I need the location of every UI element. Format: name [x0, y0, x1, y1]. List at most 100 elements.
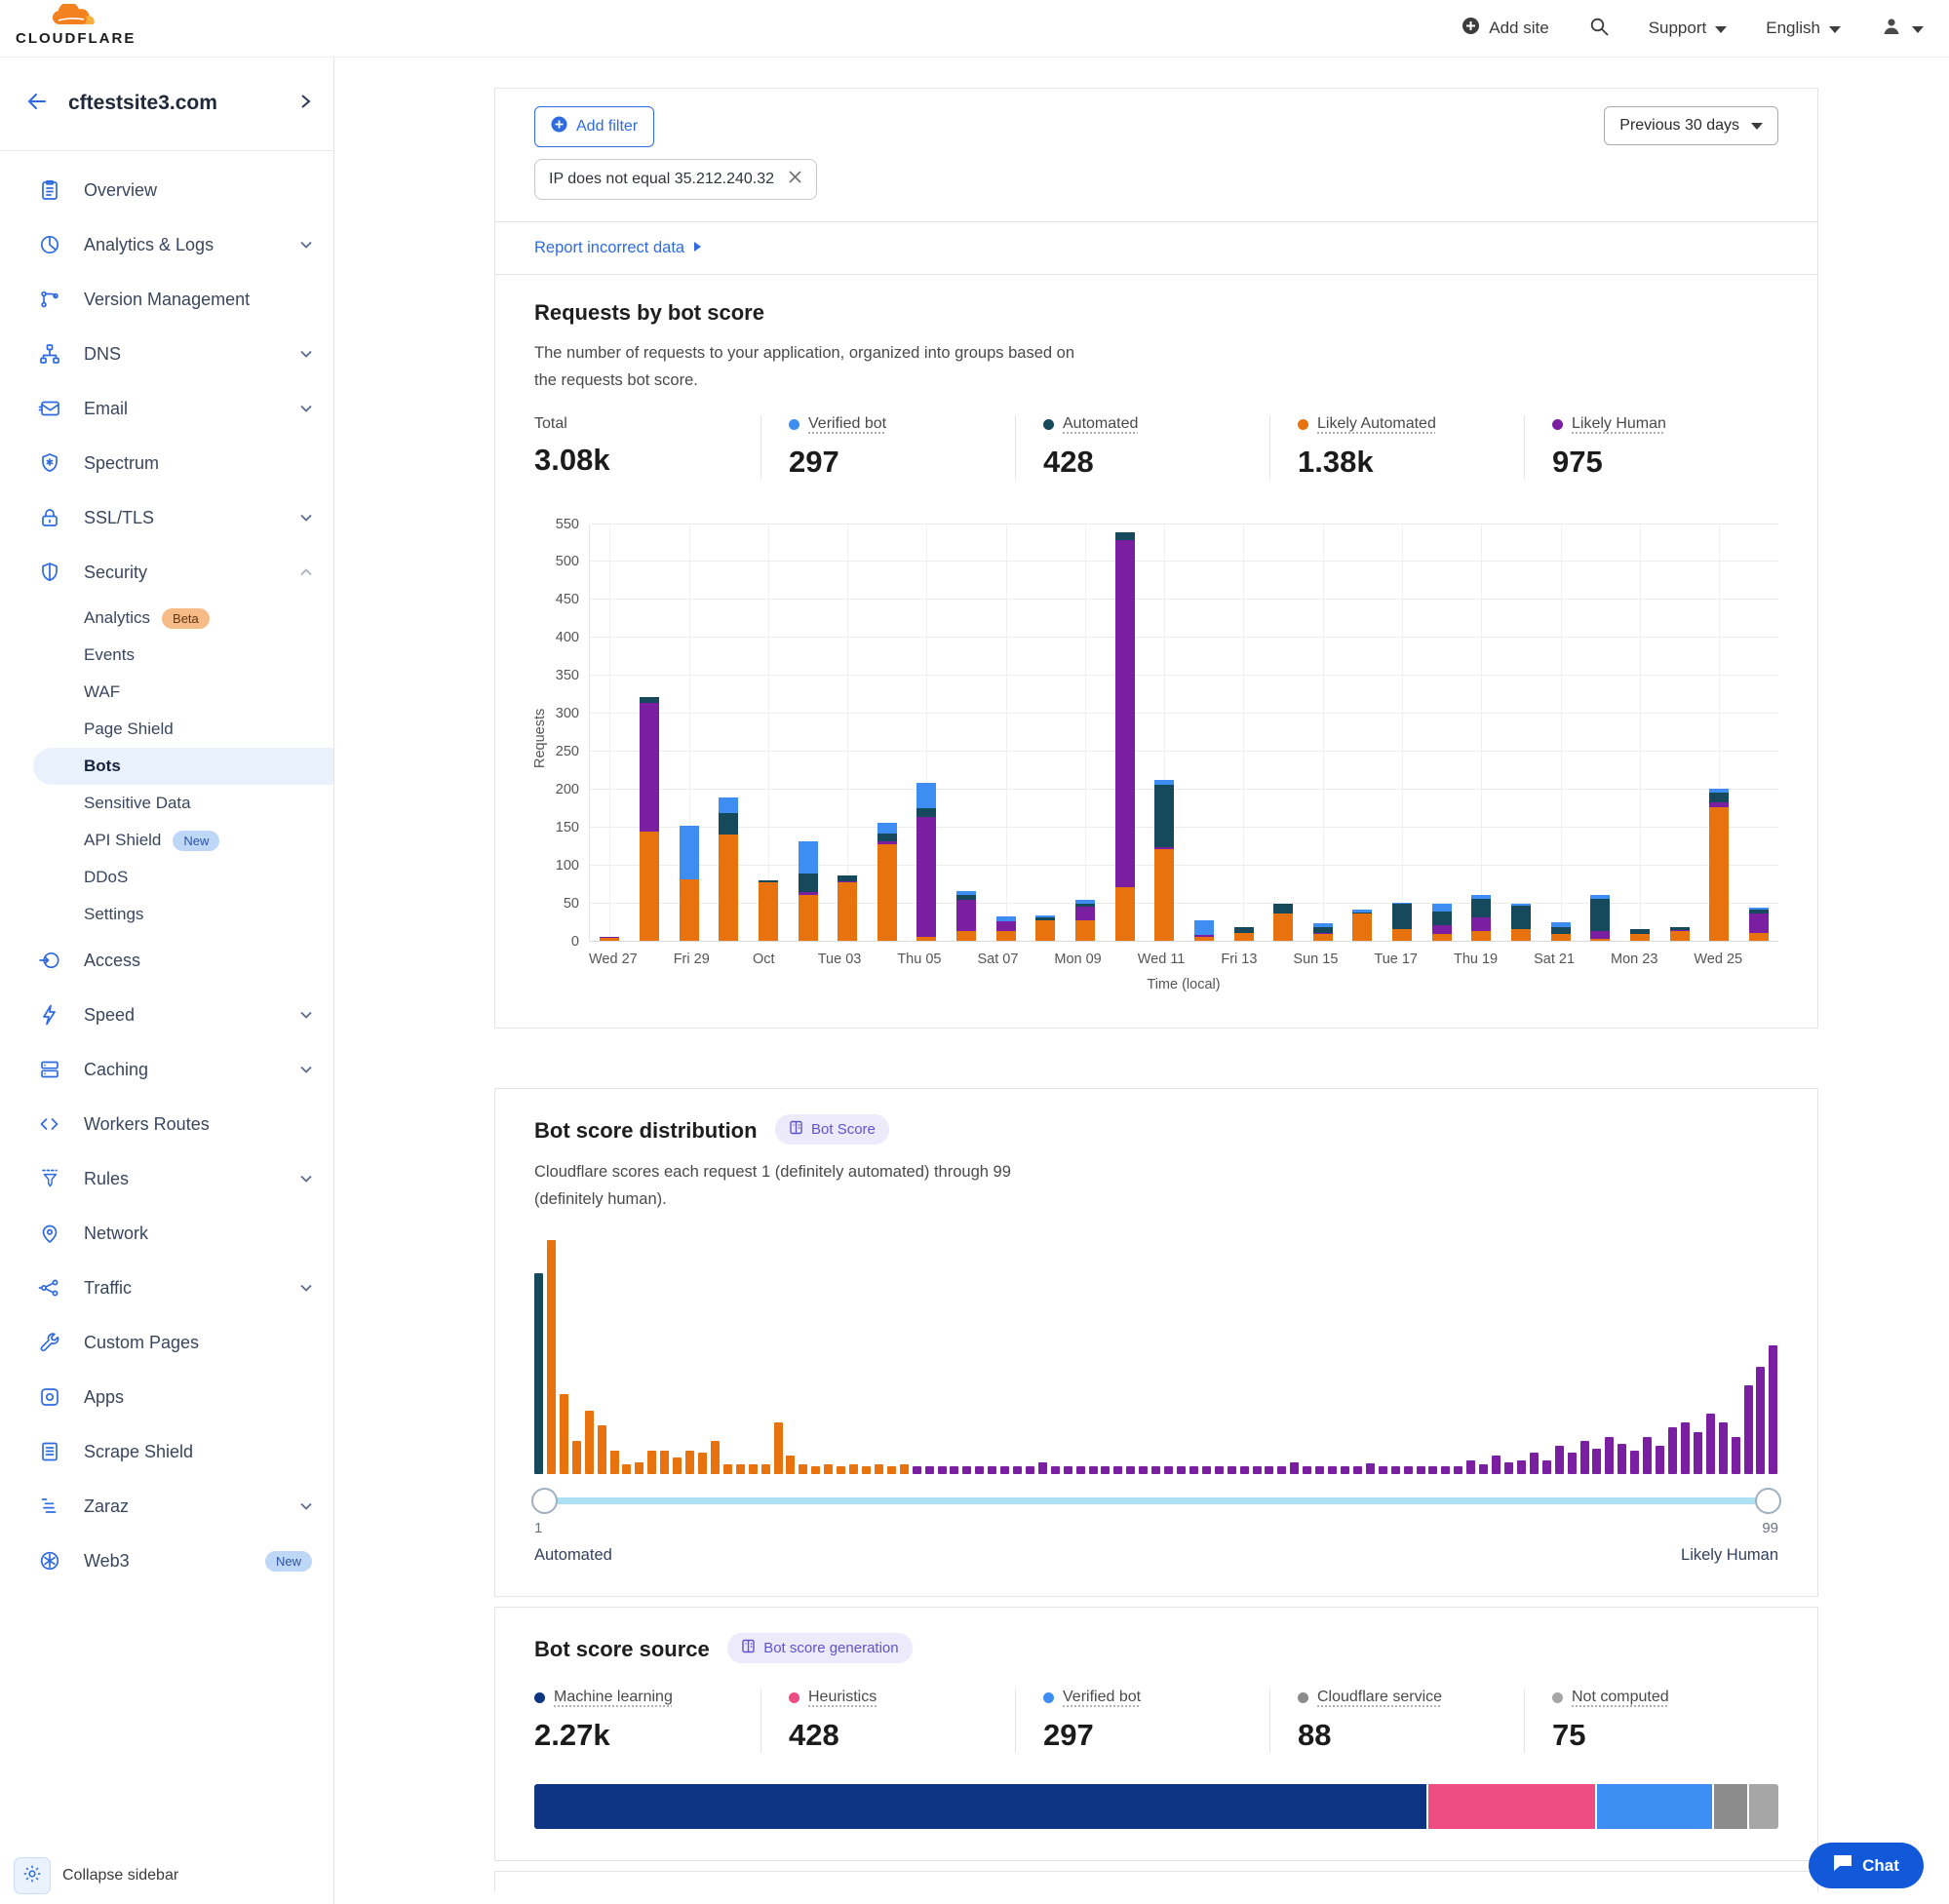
histogram-bar[interactable] [1253, 1466, 1262, 1474]
stacked-bar[interactable] [1670, 927, 1690, 940]
stacked-bar[interactable] [996, 916, 1016, 940]
stacked-bar[interactable] [1630, 929, 1650, 941]
histogram-bar[interactable] [799, 1464, 807, 1474]
collapse-sidebar[interactable]: Collapse sidebar [0, 1847, 333, 1904]
histogram-bar[interactable] [547, 1240, 556, 1474]
histogram-bar[interactable] [1744, 1385, 1753, 1474]
gear-button[interactable] [14, 1857, 51, 1894]
account-menu[interactable] [1880, 15, 1924, 43]
histogram-bar[interactable] [962, 1466, 971, 1474]
histogram-bar[interactable] [585, 1411, 594, 1474]
histogram-bar[interactable] [1265, 1466, 1273, 1474]
histogram-bar[interactable] [1038, 1462, 1047, 1474]
histogram-bar[interactable] [1542, 1460, 1551, 1474]
histogram-bar[interactable] [572, 1441, 581, 1474]
histogram-bar[interactable] [1215, 1466, 1224, 1474]
requests-chart[interactable]: Requests 0501001502002503003504004505005… [534, 525, 1778, 992]
stat-label[interactable]: Heuristics [789, 1689, 877, 1706]
histogram-bar[interactable] [887, 1466, 896, 1474]
sidebar-item-scrape-shield[interactable]: Scrape Shield [0, 1424, 333, 1479]
histogram-bar[interactable] [1126, 1466, 1135, 1474]
sidebar-item-spectrum[interactable]: Spectrum [0, 436, 333, 490]
histogram-bar[interactable] [761, 1464, 770, 1474]
sidebar-item-rules[interactable]: Rules [0, 1151, 333, 1206]
histogram-bar[interactable] [1064, 1466, 1072, 1474]
histogram-bar[interactable] [1101, 1466, 1110, 1474]
histogram-bar[interactable] [938, 1466, 947, 1474]
stacked-bar[interactable] [600, 937, 619, 941]
sidebar-item-events[interactable]: Events [0, 637, 333, 674]
stat-label[interactable]: Verified bot [789, 415, 886, 433]
histogram-bar[interactable] [1290, 1462, 1299, 1474]
histogram-bar[interactable] [1328, 1466, 1337, 1474]
stacked-bar[interactable] [877, 823, 897, 941]
histogram-bar[interactable] [900, 1464, 909, 1474]
source-proportion-bar[interactable] [534, 1784, 1778, 1829]
histogram-bar[interactable] [1151, 1466, 1160, 1474]
stacked-bar[interactable] [1392, 903, 1412, 941]
sidebar-item-bots[interactable]: Bots [33, 748, 333, 785]
stacked-bar[interactable] [1551, 922, 1571, 941]
histogram-bar[interactable] [1706, 1414, 1715, 1474]
histogram-bar[interactable] [622, 1464, 631, 1474]
histogram-bar[interactable] [774, 1422, 783, 1474]
histogram-bar[interactable] [1366, 1463, 1375, 1474]
stacked-bar[interactable] [1194, 920, 1214, 941]
sidebar-item-analytics-logs[interactable]: Analytics & Logs [0, 217, 333, 272]
histogram-bar[interactable] [1504, 1462, 1513, 1474]
stacked-bar[interactable] [1709, 789, 1729, 941]
histogram-bar[interactable] [1428, 1466, 1437, 1474]
histogram-bar[interactable] [988, 1466, 996, 1474]
sidebar-item-traffic[interactable]: Traffic [0, 1261, 333, 1315]
score-range-slider[interactable] [534, 1488, 1778, 1514]
stacked-bar[interactable] [1313, 923, 1333, 940]
sidebar-item-custom-pages[interactable]: Custom Pages [0, 1315, 333, 1370]
stacked-bar[interactable] [1273, 904, 1293, 940]
sidebar-item-apps[interactable]: Apps [0, 1370, 333, 1424]
stacked-bar[interactable] [1432, 904, 1452, 940]
sidebar-item-overview[interactable]: Overview [0, 163, 333, 217]
histogram-bar[interactable] [913, 1466, 921, 1474]
sidebar-item-waf[interactable]: WAF [0, 674, 333, 711]
histogram-bar[interactable] [1189, 1466, 1198, 1474]
histogram-bar[interactable] [698, 1453, 707, 1474]
histogram-bar[interactable] [1719, 1422, 1728, 1474]
back-arrow-icon[interactable] [25, 90, 49, 118]
histogram-bar[interactable] [1517, 1460, 1526, 1474]
stacked-bar[interactable] [1511, 904, 1531, 940]
histogram-bar[interactable] [1441, 1466, 1450, 1474]
histogram-bar[interactable] [560, 1394, 568, 1474]
sidebar-item-ddos[interactable]: DDoS [0, 859, 333, 896]
histogram-bar[interactable] [925, 1466, 934, 1474]
sidebar-item-settings[interactable]: Settings [0, 896, 333, 933]
histogram-bar[interactable] [1341, 1466, 1349, 1474]
sidebar-item-email[interactable]: Email [0, 381, 333, 436]
slider-handle-min[interactable] [531, 1488, 558, 1514]
histogram-bar[interactable] [1756, 1367, 1765, 1474]
histogram-bar[interactable] [786, 1456, 795, 1474]
histogram-bar[interactable] [1668, 1427, 1677, 1474]
stat-label[interactable]: Cloudflare service [1298, 1689, 1442, 1706]
stacked-bar[interactable] [1749, 908, 1769, 940]
support-menu[interactable]: Support [1649, 19, 1728, 38]
histogram-bar[interactable] [1555, 1446, 1564, 1474]
cloudflare-logo[interactable]: CLOUDFLARE [16, 4, 136, 47]
histogram-bar[interactable] [1353, 1466, 1362, 1474]
histogram-bar[interactable] [610, 1451, 619, 1474]
add-site-button[interactable]: Add site [1462, 17, 1548, 40]
histogram-bar[interactable] [1404, 1466, 1413, 1474]
histogram-bar[interactable] [1177, 1466, 1186, 1474]
histogram-bar[interactable] [1228, 1466, 1236, 1474]
histogram-bar[interactable] [749, 1464, 758, 1474]
bot-score-badge[interactable]: Bot Score [775, 1114, 889, 1145]
slider-track[interactable] [534, 1497, 1778, 1504]
histogram-bar[interactable] [1492, 1456, 1501, 1474]
stat-label[interactable]: Verified bot [1043, 1689, 1141, 1706]
histogram-bar[interactable] [849, 1464, 858, 1474]
stacked-bar[interactable] [1471, 895, 1491, 941]
stacked-bar[interactable] [719, 797, 738, 940]
histogram-bar[interactable] [1568, 1453, 1577, 1474]
histogram-bar[interactable] [1530, 1453, 1539, 1474]
language-menu[interactable]: English [1766, 19, 1841, 38]
histogram-bar[interactable] [1089, 1466, 1098, 1474]
